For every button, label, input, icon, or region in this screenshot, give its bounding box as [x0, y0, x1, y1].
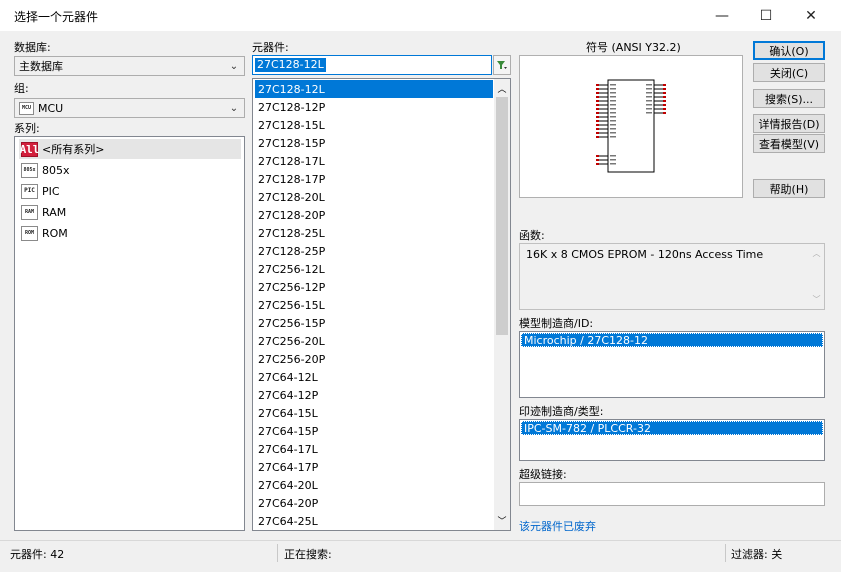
component-list-item[interactable]: 27C256-20P: [255, 350, 493, 368]
status-divider: [725, 544, 726, 562]
family-item-rom[interactable]: ROM ROM: [21, 223, 68, 243]
805x-chip-icon: 805x: [21, 162, 38, 178]
component-list-item[interactable]: 27C128-12P: [255, 98, 493, 116]
model-manufacturer-label: 模型制造商/ID:: [519, 317, 594, 330]
minimize-button[interactable]: —: [699, 0, 745, 31]
component-list-item[interactable]: 27C256-15P: [255, 314, 493, 332]
component-list-item[interactable]: 27C128-25P: [255, 242, 493, 260]
family-label: 系列:: [14, 122, 40, 135]
symbol-preview: [519, 55, 743, 198]
family-item-label: ROM: [42, 226, 68, 240]
hyperlink-field[interactable]: [519, 482, 825, 506]
symbol-label: 符号 (ANSI Y32.2): [586, 41, 681, 54]
close-button[interactable]: ✕: [788, 0, 834, 31]
component-list-item[interactable]: 27C64-12P: [255, 386, 493, 404]
family-item-pic[interactable]: PIC PIC: [21, 181, 60, 201]
status-divider: [277, 544, 278, 562]
filter-icon: [497, 61, 507, 69]
rom-chip-icon: ROM: [21, 225, 38, 241]
component-list-item[interactable]: 27C64-12L: [255, 368, 493, 386]
component-list-item[interactable]: 27C256-12P: [255, 278, 493, 296]
component-list-item[interactable]: 27C64-17P: [255, 458, 493, 476]
function-value: 16K x 8 CMOS EPROM - 120ns Access Time: [526, 248, 764, 261]
obsolete-notice-link[interactable]: 该元器件已废弃: [519, 518, 596, 534]
component-list-item[interactable]: 27C64-15L: [255, 404, 493, 422]
family-item-label: 805x: [42, 163, 70, 177]
family-item-all[interactable]: All <所有系列>: [19, 139, 241, 159]
chip-symbol-icon: [596, 79, 666, 173]
component-list-item[interactable]: 27C64-20L: [255, 476, 493, 494]
family-item-label: RAM: [42, 205, 67, 219]
scroll-up-icon[interactable]: ︿: [809, 248, 824, 259]
scroll-down-icon[interactable]: ﹀: [809, 294, 824, 305]
function-textbox: 16K x 8 CMOS EPROM - 120ns Access Time ︿…: [519, 243, 825, 310]
help-button[interactable]: 帮助(H): [753, 179, 825, 198]
detail-report-button[interactable]: 详情报告(D): [753, 114, 825, 133]
mcu-chip-icon: MCU: [19, 101, 34, 115]
component-list-item[interactable]: 27C128-17L: [255, 152, 493, 170]
component-scrollbar[interactable]: ︿ ﹀: [494, 79, 510, 530]
group-value: MCU: [38, 101, 64, 115]
status-filter: 过滤器: 关: [731, 548, 783, 561]
scroll-up-icon[interactable]: ︿: [494, 81, 510, 95]
family-item-label: <所有系列>: [42, 143, 105, 156]
component-list[interactable]: 27C128-12L 27C128-12P 27C128-15L 27C128-15P…: [252, 78, 511, 531]
component-list-item[interactable]: 27C128-20L: [255, 188, 493, 206]
component-list-item[interactable]: 27C256-20L: [255, 332, 493, 350]
window-title: 选择一个元器件: [14, 10, 99, 24]
group-label: 组:: [14, 82, 29, 95]
database-select[interactable]: 主数据库 ⌄: [14, 56, 245, 76]
component-list-item[interactable]: 27C128-12L: [255, 80, 493, 98]
footprint-manufacturer-list[interactable]: IPC-SM-782 / PLCCR-32: [519, 419, 825, 461]
view-model-button[interactable]: 查看模型(V): [753, 134, 825, 153]
component-list-item[interactable]: 27C128-17P: [255, 170, 493, 188]
component-list-item[interactable]: 27C256-15L: [255, 296, 493, 314]
component-search-value: 27C128-12L: [255, 58, 326, 72]
pic-chip-icon: PIC: [21, 183, 38, 199]
component-list-item[interactable]: 27C128-25L: [255, 224, 493, 242]
ok-button[interactable]: 确认(O): [753, 41, 825, 60]
chevron-down-icon: ⌄: [229, 102, 239, 114]
family-item-ram[interactable]: RAM RAM: [21, 202, 66, 222]
model-manufacturer-list[interactable]: Microchip / 27C128-12: [519, 331, 825, 398]
component-list-item[interactable]: 27C256-12L: [255, 260, 493, 278]
close-dialog-button[interactable]: 关闭(C): [753, 63, 825, 82]
status-bar: [0, 540, 841, 565]
status-searching: 正在搜索:: [284, 548, 332, 561]
component-label: 元器件:: [252, 41, 289, 54]
database-value: 主数据库: [19, 60, 63, 73]
component-list-item[interactable]: 27C64-15P: [255, 422, 493, 440]
family-item-label: PIC: [42, 184, 60, 198]
family-tree[interactable]: All <所有系列> 805x 805x PIC PIC RAM RAM ROM…: [14, 136, 245, 531]
group-select[interactable]: MCU MCU ⌄: [14, 98, 245, 118]
component-list-item[interactable]: 27C128-15L: [255, 116, 493, 134]
scroll-down-icon[interactable]: ﹀: [494, 513, 510, 527]
footprint-manufacturer-item[interactable]: IPC-SM-782 / PLCCR-32: [521, 421, 823, 435]
component-list-item[interactable]: 27C128-20P: [255, 206, 493, 224]
model-manufacturer-item[interactable]: Microchip / 27C128-12: [521, 333, 823, 347]
component-list-item[interactable]: 27C64-25L: [255, 512, 493, 530]
hyperlink-label: 超级链接:: [519, 468, 567, 481]
filter-button[interactable]: [493, 55, 511, 75]
component-list-item[interactable]: 27C128-15P: [255, 134, 493, 152]
function-scrollbar[interactable]: ︿ ﹀: [809, 244, 824, 309]
footprint-manufacturer-label: 印迹制造商/类型:: [519, 405, 604, 418]
component-list-item[interactable]: 27C64-17L: [255, 440, 493, 458]
status-component-count: 元器件: 42: [10, 548, 65, 561]
component-list-item[interactable]: 27C64-20P: [255, 494, 493, 512]
function-label: 函数:: [519, 229, 545, 242]
scrollbar-thumb[interactable]: [496, 97, 508, 335]
family-item-805x[interactable]: 805x 805x: [21, 160, 70, 180]
all-families-icon: All: [19, 141, 40, 157]
search-button[interactable]: 搜索(S)...: [753, 89, 825, 108]
ram-chip-icon: RAM: [21, 204, 38, 220]
component-search-input[interactable]: 27C128-12L: [252, 55, 492, 75]
maximize-button[interactable]: ☐: [743, 0, 789, 31]
database-label: 数据库:: [14, 41, 51, 54]
chevron-down-icon: ⌄: [229, 60, 239, 72]
